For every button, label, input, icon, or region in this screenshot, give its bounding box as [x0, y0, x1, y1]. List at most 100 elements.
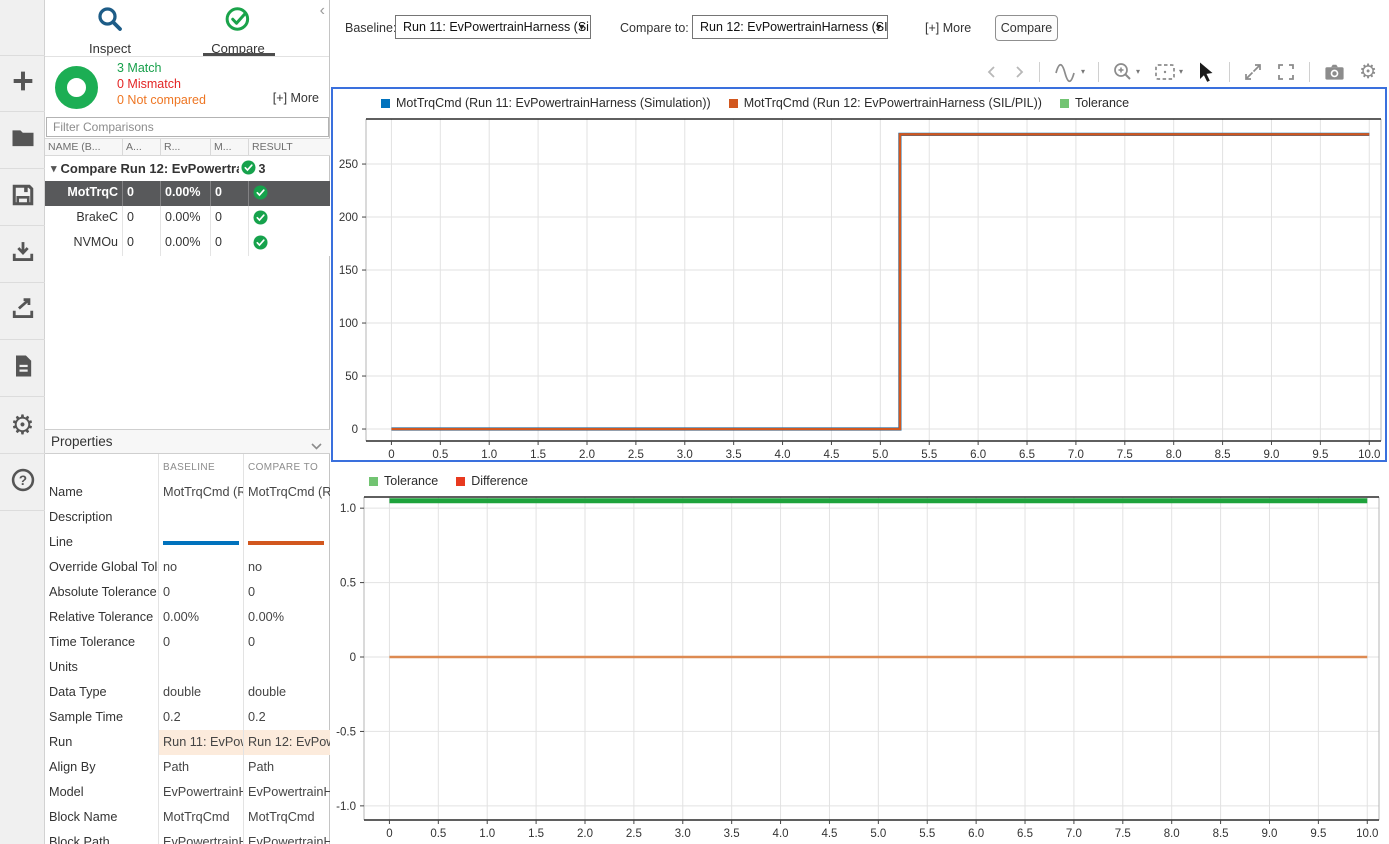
chevron-down-icon[interactable]: [311, 438, 322, 453]
gear-icon[interactable]: ⚙: [1359, 62, 1377, 82]
property-baseline-value[interactable]: [158, 655, 243, 680]
rail-button-import[interactable]: [0, 226, 45, 283]
property-baseline-value[interactable]: EvPowertrainH: [158, 780, 243, 805]
property-compare-value[interactable]: 0: [243, 630, 330, 655]
svg-text:7.0: 7.0: [1068, 449, 1084, 460]
table-row[interactable]: NVMOu00.00%0: [45, 231, 330, 256]
property-baseline-value[interactable]: no: [158, 555, 243, 580]
property-baseline-value[interactable]: EvPowertrainH: [158, 830, 243, 844]
next-arrow-icon[interactable]: [1012, 65, 1026, 79]
property-row: Description: [45, 505, 330, 530]
rail-button-help[interactable]: ?: [0, 454, 45, 511]
signal-wave-icon[interactable]: ▾: [1053, 61, 1085, 83]
table-row[interactable]: MotTrqC00.00%0: [45, 181, 330, 206]
cursor-pointer-icon[interactable]: [1196, 61, 1216, 83]
toolbar-divider: [1039, 62, 1040, 82]
fit-to-view-icon[interactable]: ▾: [1153, 62, 1183, 82]
property-label: Align By: [45, 755, 158, 780]
property-compare-value[interactable]: EvPowertrainH: [243, 830, 330, 844]
property-compare-value[interactable]: 0.2: [243, 705, 330, 730]
property-baseline-value[interactable]: 0.00%: [158, 605, 243, 630]
property-baseline-value[interactable]: Run 11: EvPow: [158, 730, 243, 755]
abs-tolerance-value: 0: [123, 231, 161, 256]
toolbar-divider: [1309, 62, 1310, 82]
floppy-icon: [9, 181, 37, 214]
svg-text:9.5: 9.5: [1312, 449, 1328, 460]
difference-plot-panel[interactable]: ToleranceDifference 00.51.01.52.02.53.03…: [331, 467, 1387, 844]
property-baseline-value[interactable]: [158, 530, 243, 555]
rail-button-open[interactable]: [0, 112, 45, 169]
property-baseline-value[interactable]: MotTrqCmd: [158, 805, 243, 830]
comparison-plot-panel[interactable]: MotTrqCmd (Run 11: EvPowertrainHarness (…: [331, 87, 1387, 462]
svg-text:8.5: 8.5: [1213, 828, 1229, 840]
column-header-rel[interactable]: R...: [161, 139, 211, 155]
property-compare-value[interactable]: double: [243, 680, 330, 705]
question-icon: ?: [9, 466, 37, 499]
property-baseline-value[interactable]: 0.2: [158, 705, 243, 730]
rail-button-add[interactable]: [0, 55, 45, 112]
rel-tolerance-value: 0.00%: [161, 206, 211, 231]
tab-inspect[interactable]: Inspect: [50, 4, 170, 56]
properties-title: Properties: [51, 434, 113, 449]
compare-button[interactable]: Compare: [995, 15, 1058, 41]
difference-plot-area[interactable]: 00.51.01.52.02.53.03.54.04.55.05.56.06.5…: [331, 467, 1387, 844]
more-options-link[interactable]: [+] More: [925, 21, 971, 35]
property-compare-value[interactable]: [243, 655, 330, 680]
summary-more-link[interactable]: [+] More: [273, 91, 319, 105]
baseline-run-dropdown[interactable]: Run 11: EvPowertrainHarness (Si ▼: [395, 15, 591, 39]
svg-text:8.0: 8.0: [1166, 449, 1182, 460]
rail-button-save[interactable]: [0, 169, 45, 226]
property-row: Line: [45, 530, 330, 555]
comparison-plot-area[interactable]: 00.51.01.52.02.53.03.54.04.55.05.56.06.5…: [333, 89, 1385, 460]
mismatch-count: 0 Mismatch: [117, 76, 206, 92]
properties-header[interactable]: Properties: [45, 429, 330, 454]
camera-icon[interactable]: [1323, 62, 1346, 82]
rail-button-preferences[interactable]: ⚙: [0, 397, 45, 454]
property-baseline-value[interactable]: 0: [158, 580, 243, 605]
column-header-abs[interactable]: A...: [123, 139, 161, 155]
property-row: NameMotTrqCmd (RMotTrqCmd (R: [45, 480, 330, 505]
gear-icon: ⚙: [10, 412, 34, 439]
property-baseline-value[interactable]: 0: [158, 630, 243, 655]
column-header-max[interactable]: M...: [211, 139, 249, 155]
svg-text:2.0: 2.0: [579, 449, 595, 460]
property-row: Data Typedoubledouble: [45, 680, 330, 705]
zoom-in-icon[interactable]: ▾: [1112, 61, 1140, 83]
dropdown-caret-icon: ▼: [577, 22, 586, 32]
comparison-group-row[interactable]: ▾ Compare Run 12: EvPowertrainH 3: [45, 156, 330, 181]
svg-text:3.0: 3.0: [677, 449, 693, 460]
property-compare-value[interactable]: Path: [243, 755, 330, 780]
property-compare-value[interactable]: MotTrqCmd (R: [243, 480, 330, 505]
folder-icon: [9, 124, 37, 157]
tab-compare[interactable]: Compare: [178, 4, 298, 56]
property-row: Relative Tolerance0.00%0.00%: [45, 605, 330, 630]
column-header-name[interactable]: NAME (B...: [45, 139, 123, 155]
property-compare-value[interactable]: EvPowertrainH: [243, 780, 330, 805]
property-compare-value[interactable]: [243, 505, 330, 530]
property-row: Block PathEvPowertrainHEvPowertrainH: [45, 830, 330, 844]
compare-to-run-dropdown[interactable]: Run 12: EvPowertrainHarness (SI ▼: [692, 15, 888, 39]
property-compare-value[interactable]: [243, 530, 330, 555]
property-baseline-value[interactable]: Path: [158, 755, 243, 780]
expand-triangle-icon[interactable]: ▾: [51, 162, 57, 175]
rail-button-export[interactable]: [0, 283, 45, 340]
table-row[interactable]: BrakeC00.00%0: [45, 206, 330, 231]
property-compare-value[interactable]: no: [243, 555, 330, 580]
prev-arrow-icon[interactable]: [985, 65, 999, 79]
property-baseline-value[interactable]: [158, 505, 243, 530]
property-compare-value[interactable]: 0.00%: [243, 605, 330, 630]
rel-tolerance-value: 0.00%: [161, 181, 211, 206]
expand-icon[interactable]: [1243, 62, 1263, 82]
property-baseline-value[interactable]: MotTrqCmd (R: [158, 480, 243, 505]
filter-comparisons-input[interactable]: [46, 117, 329, 137]
chevron-left-icon[interactable]: ‹: [320, 2, 325, 20]
rail-button-create-report[interactable]: [0, 340, 45, 397]
fullscreen-icon[interactable]: [1276, 62, 1296, 82]
property-compare-value[interactable]: MotTrqCmd: [243, 805, 330, 830]
property-baseline-value[interactable]: double: [158, 680, 243, 705]
property-label: Line: [45, 530, 158, 555]
property-row: Time Tolerance00: [45, 630, 330, 655]
property-compare-value[interactable]: Run 12: EvPow: [243, 730, 330, 755]
column-header-result[interactable]: RESULT: [249, 139, 330, 155]
property-compare-value[interactable]: 0: [243, 580, 330, 605]
